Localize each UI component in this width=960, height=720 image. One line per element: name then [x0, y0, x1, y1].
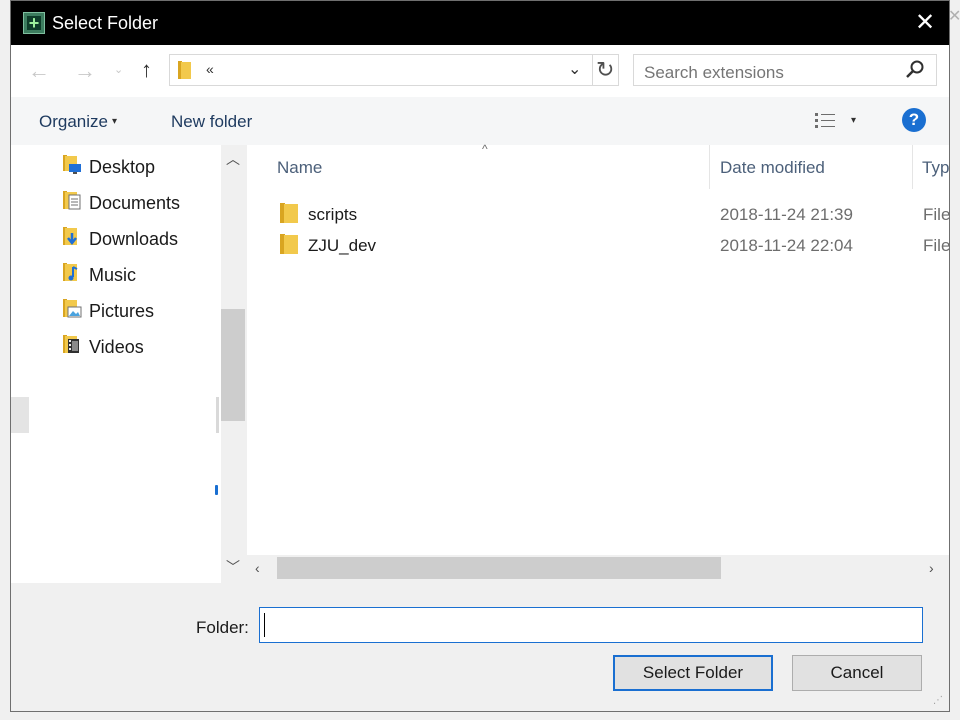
chevron-up-icon[interactable]: ︿ — [226, 149, 240, 169]
sidebar-item-label: Desktop — [89, 157, 156, 177]
pane-edge-highlight — [11, 397, 29, 433]
table-row[interactable]: scripts 2018-11-24 21:39 File — [247, 198, 951, 228]
navigation-pane-scrollbar[interactable]: ︿ ﹀ — [221, 145, 245, 583]
divider — [592, 55, 593, 85]
sort-ascending-icon: ^ — [482, 142, 488, 156]
sidebar-item-videos[interactable]: Videos — [61, 329, 221, 359]
text-cursor — [264, 613, 265, 637]
back-button[interactable]: ← — [28, 58, 50, 84]
column-header-name[interactable]: Name — [277, 158, 322, 178]
cancel-button[interactable]: Cancel — [792, 655, 922, 691]
column-header-row: Name ^ Date modified Typ — [247, 142, 949, 189]
organize-label: Organize — [39, 112, 108, 131]
sidebar-item-documents[interactable]: Documents — [61, 185, 221, 215]
pictures-icon — [63, 299, 82, 318]
column-divider[interactable] — [709, 145, 710, 189]
sidebar-item-label: Documents — [89, 193, 181, 213]
file-type: File — [923, 236, 951, 255]
downloads-icon — [63, 227, 77, 246]
file-list-horizontal-scrollbar[interactable]: ‹ › — [247, 555, 949, 581]
folder-icon — [178, 61, 191, 79]
navigation-bar: ← → ⌄ ↑ « ⌄ ↻ — [11, 45, 949, 97]
scrollbar-thumb[interactable] — [277, 557, 721, 579]
help-button[interactable]: ? — [902, 108, 926, 132]
command-bar: Organize ▾ New folder ▾ ? — [11, 97, 949, 145]
plus-icon: + — [23, 12, 45, 34]
column-header-type[interactable]: Typ — [922, 158, 949, 178]
chevron-left-icon[interactable]: ‹ — [255, 560, 260, 576]
music-icon — [63, 263, 78, 281]
file-name: ZJU_dev — [308, 236, 377, 255]
chevron-right-icon[interactable]: › — [929, 560, 934, 576]
file-name: scripts — [308, 205, 358, 224]
select-folder-button[interactable]: Select Folder — [613, 655, 773, 691]
sidebar-item-downloads[interactable]: Downloads — [61, 221, 221, 251]
title-bar[interactable]: + Select Folder ✕ — [11, 1, 949, 45]
chevron-down-icon[interactable]: ⌄ — [568, 59, 581, 79]
videos-icon — [63, 335, 79, 353]
breadcrumb-overflow[interactable]: « — [206, 61, 214, 77]
refresh-icon[interactable]: ↻ — [596, 57, 614, 83]
window-title: Select Folder — [52, 13, 159, 33]
sidebar-item-label: Videos — [89, 337, 144, 357]
file-list: Name ^ Date modified Typ scripts 2018-11… — [247, 142, 951, 555]
sidebar-item-label: Pictures — [89, 301, 155, 321]
folder-icon — [280, 234, 298, 254]
file-date: 2018-11-24 22:04 — [720, 236, 853, 255]
focus-marker — [215, 485, 218, 495]
navigation-pane: Desktop Documents Downloads Music Pictur… — [11, 145, 221, 583]
chevron-down-icon[interactable]: ﹀ — [226, 557, 240, 577]
dialog-footer: Folder: Select Folder Cancel ⋰ — [11, 583, 949, 711]
pane-splitter[interactable] — [216, 397, 219, 433]
sidebar-item-label: Music — [89, 265, 137, 285]
sidebar-item-music[interactable]: Music — [61, 257, 221, 287]
documents-icon — [63, 191, 81, 210]
organize-button[interactable]: Organize ▾ — [39, 112, 117, 132]
view-options-caret[interactable]: ▾ — [851, 115, 856, 126]
sidebar-item-label: Downloads — [89, 229, 179, 249]
column-header-date-modified[interactable]: Date modified — [720, 158, 825, 178]
sidebar-item-pictures[interactable]: Pictures — [61, 293, 221, 323]
desktop-icon — [63, 155, 81, 174]
file-type: File — [923, 205, 951, 224]
file-date: 2018-11-24 21:39 — [720, 205, 853, 224]
folder-label: Folder: — [196, 618, 249, 637]
forward-button[interactable]: → — [74, 58, 96, 84]
chevron-down-icon: ▾ — [111, 116, 118, 127]
resize-grip-icon[interactable]: ⋰ — [933, 695, 943, 706]
table-row[interactable]: ZJU_dev 2018-11-24 22:04 File — [247, 229, 951, 259]
search-icon[interactable] — [905, 59, 925, 79]
sidebar-item-desktop[interactable]: Desktop — [61, 149, 221, 179]
recent-locations-button[interactable]: ⌄ — [114, 63, 123, 76]
folder-icon — [280, 203, 298, 223]
scrollbar-thumb[interactable] — [221, 309, 245, 421]
search-input[interactable] — [633, 54, 937, 86]
column-divider[interactable] — [912, 145, 913, 189]
address-bar[interactable]: « ⌄ ↻ — [169, 54, 619, 86]
up-button[interactable]: ↑ — [141, 57, 152, 83]
folder-name-input[interactable] — [259, 607, 923, 643]
view-list-icon[interactable] — [814, 111, 838, 131]
close-button[interactable]: ✕ — [907, 7, 943, 39]
new-folder-button[interactable]: New folder — [171, 112, 252, 132]
select-folder-dialog: + Select Folder ✕ ← → ⌄ ↑ « ⌄ ↻ Organize… — [10, 0, 950, 712]
